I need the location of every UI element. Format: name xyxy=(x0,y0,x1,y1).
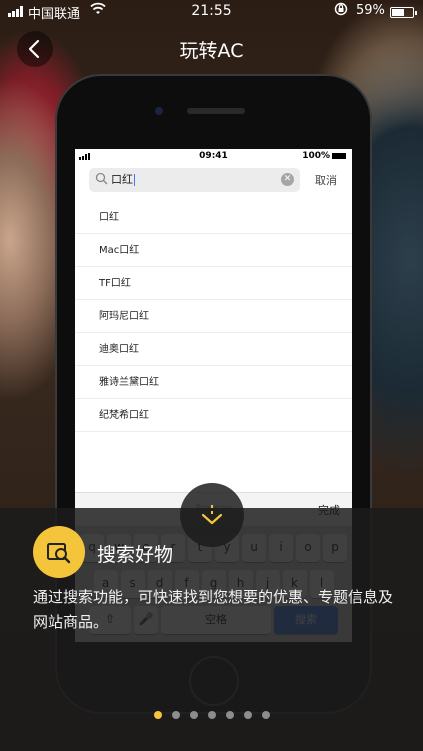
suggestion-item[interactable]: 纪梵希口红 xyxy=(75,399,352,432)
status-bar: 中国联通 21:55 59% xyxy=(0,0,423,24)
page-dot[interactable] xyxy=(207,711,216,719)
rotation-lock-icon xyxy=(334,2,348,20)
suggestion-item[interactable]: 阿玛尼口红 xyxy=(75,300,352,333)
preview-search-value: 口红 xyxy=(111,173,133,186)
earpiece xyxy=(187,108,245,114)
preview-battery-percent: 100% xyxy=(302,151,330,161)
battery-percent: 59% xyxy=(356,3,385,18)
feature-description: 通过搜索功能，可快速找到您想要的优惠、专题信息及网站商品。 xyxy=(33,588,394,631)
preview-battery-icon xyxy=(332,152,346,159)
page-dot[interactable] xyxy=(261,711,270,719)
clear-icon[interactable]: ✕ xyxy=(281,173,294,186)
page-dot[interactable] xyxy=(225,711,234,719)
preview-status-bar: 09:41 100% xyxy=(75,149,352,163)
chevron-down-icon xyxy=(201,505,223,525)
feature-icon xyxy=(33,526,85,578)
scroll-down-indicator[interactable] xyxy=(180,483,244,547)
suggestion-item[interactable]: Mac口红 xyxy=(75,234,352,267)
preview-cancel-button[interactable]: 取消 xyxy=(315,172,337,188)
suggestion-item[interactable]: 雅诗兰黛口红 xyxy=(75,366,352,399)
suggestion-item[interactable]: 迪奥口红 xyxy=(75,333,352,366)
page-title: 玩转AC xyxy=(179,40,244,62)
page-dot[interactable] xyxy=(171,711,180,719)
page-dot[interactable] xyxy=(189,711,198,719)
search-icon xyxy=(47,543,71,564)
nav-bar: 玩转AC xyxy=(0,26,423,70)
page-dot[interactable] xyxy=(243,711,252,719)
suggestion-item[interactable]: 口红 xyxy=(75,201,352,234)
suggestion-item[interactable]: TF口红 xyxy=(75,267,352,300)
front-camera xyxy=(155,107,163,115)
search-icon xyxy=(95,172,108,185)
battery-icon xyxy=(390,7,417,18)
page-indicator xyxy=(0,711,423,719)
suggestion-list: 口红 Mac口红 TF口红 阿玛尼口红 迪奥口红 雅诗兰黛口红 纪梵希口红 xyxy=(75,201,352,432)
page-dot[interactable] xyxy=(153,711,162,719)
text-caret xyxy=(134,174,135,186)
feature-title: 搜索好物 xyxy=(97,544,174,566)
preview-search-input[interactable]: 口红 ✕ xyxy=(89,168,300,192)
preview-search-row: 口红 ✕ 取消 xyxy=(75,163,352,199)
